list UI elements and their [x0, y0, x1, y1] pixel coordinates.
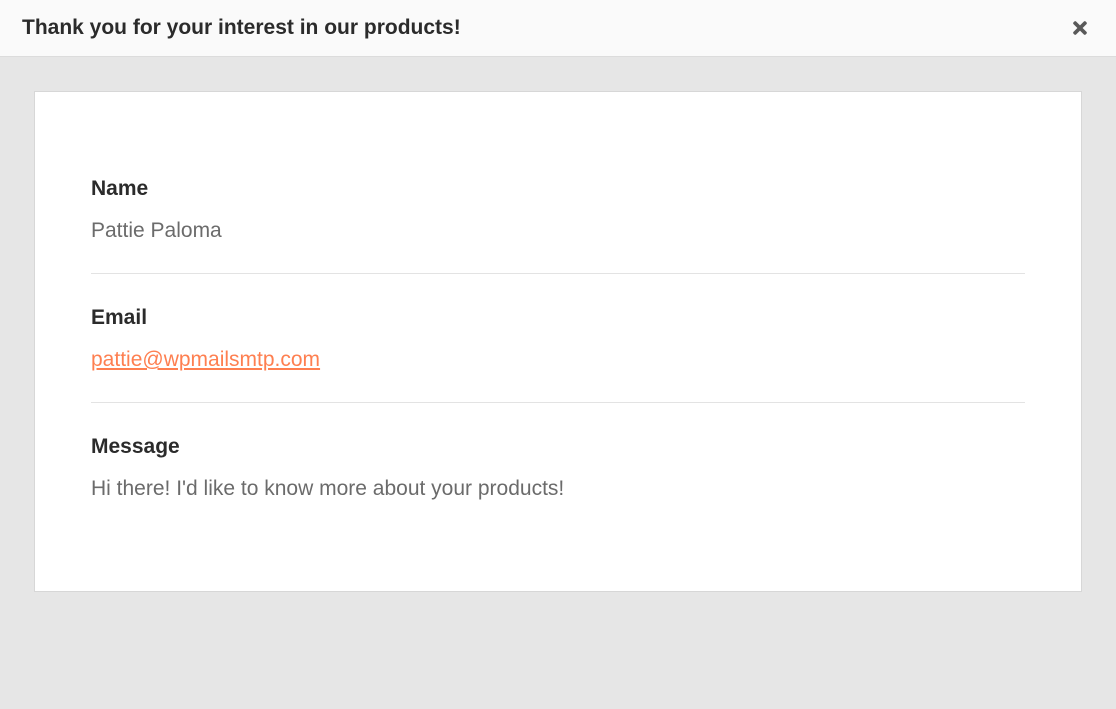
email-label: Email	[91, 306, 1025, 330]
close-button[interactable]	[1066, 14, 1094, 42]
field-message: Message Hi there! I'd like to know more …	[91, 435, 1025, 501]
divider	[91, 402, 1025, 403]
content-wrapper: Name Pattie Paloma Email pattie@wpmailsm…	[0, 57, 1116, 592]
modal-title: Thank you for your interest in our produ…	[22, 16, 461, 40]
name-value: Pattie Paloma	[91, 219, 1025, 243]
name-label: Name	[91, 177, 1025, 201]
field-email: Email pattie@wpmailsmtp.com	[91, 306, 1025, 372]
message-value: Hi there! I'd like to know more about yo…	[91, 477, 1025, 501]
close-icon	[1070, 18, 1090, 38]
email-link[interactable]: pattie@wpmailsmtp.com	[91, 348, 320, 371]
divider	[91, 273, 1025, 274]
field-name: Name Pattie Paloma	[91, 177, 1025, 243]
modal-header: Thank you for your interest in our produ…	[0, 0, 1116, 57]
form-summary-card: Name Pattie Paloma Email pattie@wpmailsm…	[34, 91, 1082, 592]
message-label: Message	[91, 435, 1025, 459]
